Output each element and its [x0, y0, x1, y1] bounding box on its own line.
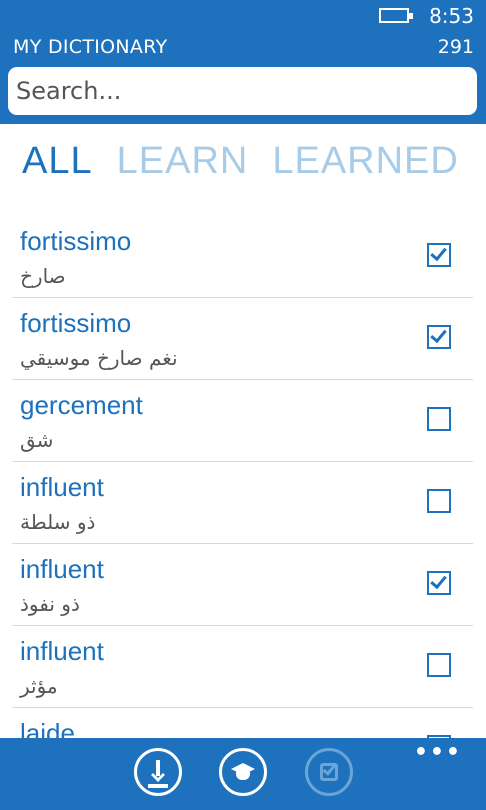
checkmark-icon — [430, 243, 447, 262]
more-options-button[interactable]: ••• — [414, 740, 462, 765]
app-title: MY DICTIONARY — [13, 36, 168, 58]
entry-translation: مؤثر — [20, 674, 58, 698]
entry-translation: ذو نفوذ — [20, 592, 80, 616]
battery-charging-icon — [379, 8, 413, 23]
entry-word: laide — [20, 718, 75, 738]
tab-learned[interactable]: LEARNED — [272, 140, 459, 190]
list-item[interactable]: fortissimo نغم صارخ موسيقي — [12, 298, 473, 380]
word-count: 291 — [437, 36, 474, 58]
word-list: fortissimo صارخ fortissimo نغم صارخ موسي… — [0, 216, 486, 738]
learned-checkbox[interactable] — [427, 571, 451, 595]
checkmark-icon — [430, 571, 447, 590]
entry-word: influent — [20, 636, 104, 666]
mark-learned-button[interactable] — [305, 748, 353, 796]
learned-checkbox[interactable] — [427, 407, 451, 431]
entry-word: influent — [20, 554, 104, 584]
learned-checkbox[interactable] — [427, 243, 451, 267]
search-input[interactable] — [8, 67, 477, 115]
entry-translation: صارخ — [20, 264, 66, 288]
list-item[interactable]: influent مؤثر — [12, 626, 473, 708]
list-item[interactable]: gercement شق — [12, 380, 473, 462]
entry-translation: ذو سلطة — [20, 510, 96, 534]
learned-checkbox[interactable] — [427, 325, 451, 349]
learn-button[interactable] — [219, 748, 267, 796]
filter-tabs: ALL LEARN LEARNED — [22, 140, 483, 190]
list-item[interactable]: influent ذو نفوذ — [12, 544, 473, 626]
app-header: 8:53 MY DICTIONARY 291 — [0, 0, 486, 124]
entry-translation: نغم صارخ موسيقي — [20, 346, 178, 370]
checkmark-icon — [430, 325, 447, 344]
list-item[interactable]: laide — [12, 708, 473, 738]
learned-checkbox[interactable] — [427, 653, 451, 677]
list-item[interactable]: influent ذو سلطة — [12, 462, 473, 544]
entry-word: gercement — [20, 390, 143, 420]
download-button[interactable] — [134, 748, 182, 796]
entry-word: influent — [20, 472, 104, 502]
status-time: 8:53 — [429, 4, 474, 28]
learned-checkbox[interactable] — [427, 489, 451, 513]
entry-word: fortissimo — [20, 226, 132, 256]
tab-learn[interactable]: LEARN — [117, 140, 249, 190]
list-item[interactable]: fortissimo صارخ — [12, 216, 473, 298]
app-bar: ••• — [0, 738, 486, 810]
entry-word: fortissimo — [20, 308, 132, 338]
entry-translation: شق — [20, 428, 54, 452]
tab-all[interactable]: ALL — [22, 140, 93, 190]
